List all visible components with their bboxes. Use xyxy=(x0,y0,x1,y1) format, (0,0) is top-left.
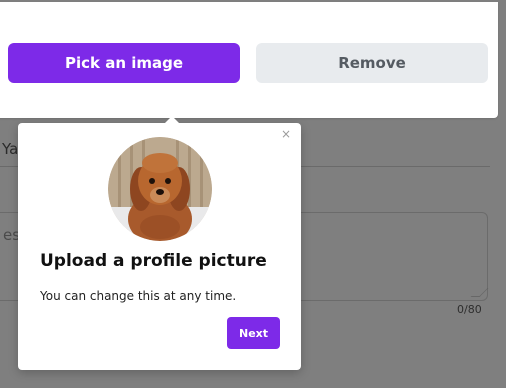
name-field-text: Ya xyxy=(2,140,19,158)
dog-photo-icon xyxy=(108,137,212,241)
popover-pointer xyxy=(164,116,180,124)
resize-grip-icon xyxy=(470,288,489,297)
character-count: 0/80 xyxy=(457,303,482,316)
popover-title: Upload a profile picture xyxy=(40,251,267,271)
onboarding-popover: × Upload a profile picture You can chang… xyxy=(18,116,301,370)
avatar xyxy=(108,137,212,241)
popover-description: You can change this at any time. xyxy=(40,289,237,303)
next-button[interactable]: Next xyxy=(227,317,280,349)
close-icon[interactable]: × xyxy=(281,127,291,141)
remove-button[interactable]: Remove xyxy=(256,43,488,83)
profile-picture-panel: Pick an image Remove xyxy=(0,2,498,118)
pick-image-button[interactable]: Pick an image xyxy=(8,43,240,83)
